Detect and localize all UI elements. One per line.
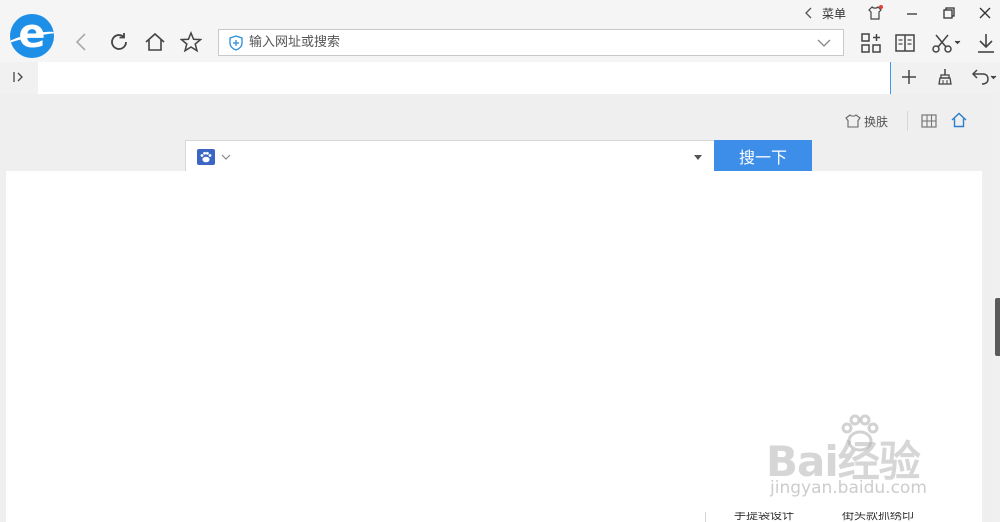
- star-icon: [180, 31, 202, 53]
- refresh-button[interactable]: [105, 28, 133, 56]
- apps-grid-icon: [861, 33, 881, 53]
- dropdown-triangle-icon[interactable]: [693, 155, 703, 161]
- menu-label: 菜单: [822, 6, 847, 21]
- search-button[interactable]: 搜一下: [714, 140, 812, 172]
- divider: [907, 111, 908, 131]
- close-icon: [979, 7, 991, 19]
- security-shield-icon: [229, 34, 243, 51]
- minimize-icon: [907, 13, 917, 15]
- download-button[interactable]: [972, 29, 1000, 57]
- shirt-icon: [868, 5, 883, 20]
- layout-grid-icon[interactable]: [920, 112, 938, 130]
- home-icon[interactable]: [950, 111, 968, 129]
- cleanup-button[interactable]: [932, 64, 958, 90]
- chevron-down-icon[interactable]: [221, 153, 231, 161]
- skin-window-button[interactable]: [864, 3, 886, 23]
- download-icon: [978, 34, 994, 53]
- close-button[interactable]: [974, 3, 996, 23]
- reader-button[interactable]: [891, 29, 919, 57]
- chevron-down-icon[interactable]: [815, 34, 833, 52]
- browser-logo-icon[interactable]: e: [10, 14, 54, 58]
- scissors-icon: [932, 34, 961, 53]
- skin-label: 换肤: [864, 114, 889, 129]
- paw-icon: [200, 151, 212, 163]
- plus-icon: [902, 70, 916, 84]
- skin-button[interactable]: 换肤: [845, 112, 888, 130]
- baidu-paw-icon[interactable]: [197, 149, 215, 165]
- shirt-icon: [845, 114, 861, 128]
- back-button[interactable]: [68, 28, 96, 56]
- home-icon: [145, 32, 165, 51]
- menu-button[interactable]: 菜单: [804, 4, 846, 22]
- tab-current[interactable]: [38, 62, 891, 94]
- bottom-links-strip: 手提袋设计 街头款抓绣印: [705, 512, 982, 522]
- sidebar-toggle-button[interactable]: [8, 66, 30, 88]
- apps-button[interactable]: [857, 29, 885, 57]
- home-button[interactable]: [141, 28, 169, 56]
- chevron-left-icon: [75, 33, 86, 51]
- search-input-box[interactable]: [185, 140, 715, 172]
- restore-icon: [943, 7, 955, 19]
- undo-icon: [971, 69, 997, 85]
- book-icon: [895, 34, 915, 52]
- restore-button[interactable]: [938, 3, 960, 23]
- scrollbar-thumb[interactable]: [995, 298, 1000, 356]
- undo-close-tab-button[interactable]: [966, 64, 1000, 90]
- sidebar-expand-icon: [13, 72, 23, 82]
- minimize-button[interactable]: [901, 3, 923, 23]
- bottom-link-left[interactable]: 手提袋设计: [734, 512, 794, 522]
- address-input[interactable]: [244, 30, 815, 55]
- favorite-button[interactable]: [177, 28, 205, 56]
- watermark-url: jingyan.baidu.com: [770, 478, 927, 498]
- new-tab-button[interactable]: [896, 64, 922, 90]
- broom-icon: [938, 69, 952, 85]
- address-bar[interactable]: [218, 29, 844, 56]
- refresh-icon: [111, 33, 127, 50]
- screenshot-button[interactable]: [928, 29, 964, 57]
- bottom-link-right[interactable]: 街头款抓绣印: [842, 512, 914, 522]
- chevron-left-icon: [805, 7, 812, 19]
